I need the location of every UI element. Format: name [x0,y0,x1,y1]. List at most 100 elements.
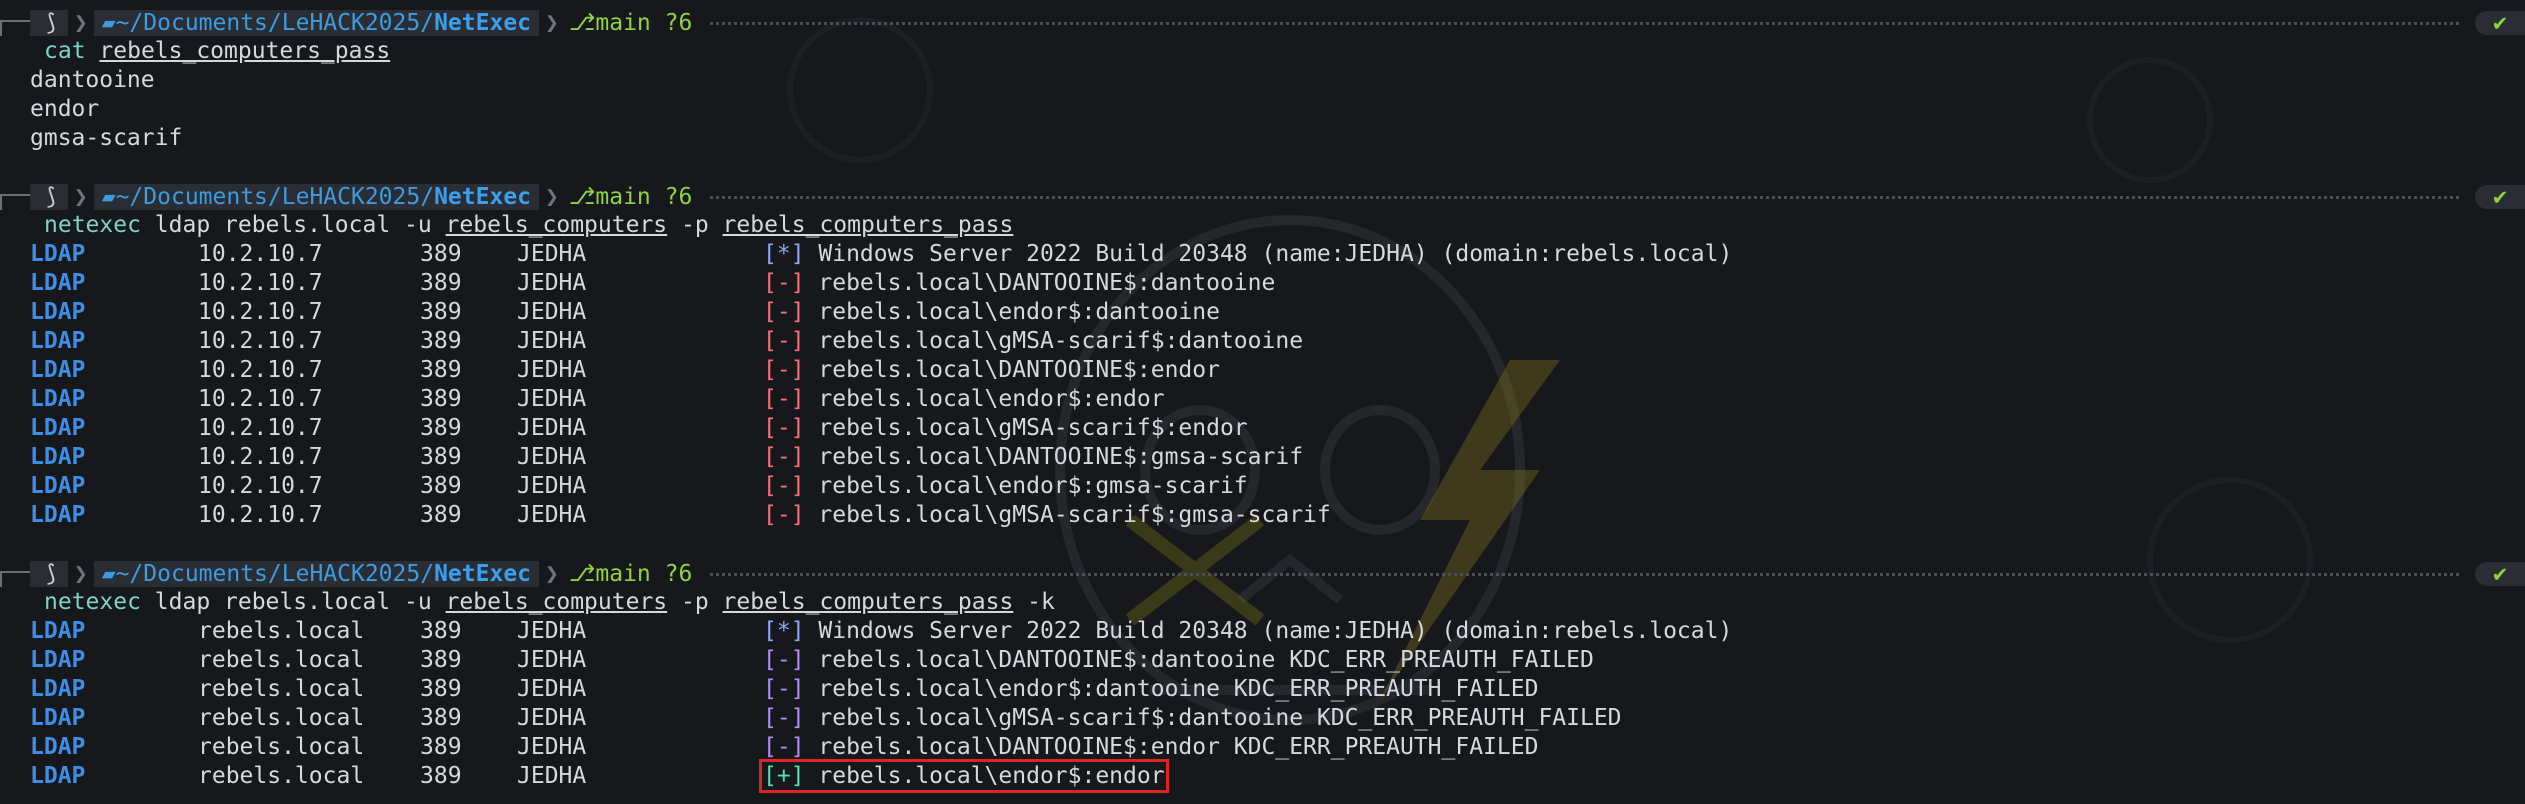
output-row: LDAP 10.2.10.7 389 JEDHA [-] rebels.local\gM… [0,501,2525,530]
command-line[interactable]: cat rebels_computers_pass [0,37,2525,66]
git-branch: main ?6 [595,560,693,587]
chevron-right-icon: ❯ [73,560,88,587]
status-marker: [-] [763,299,805,325]
command-arg: -p [667,212,723,238]
os-logo-segment: ⟆ [30,560,68,587]
host: rebels.local [198,647,365,673]
git-branch: main ?6 [595,183,693,210]
status-marker: [-] [763,705,805,731]
result: [-] rebels.local\DANTOOINE$:endor [763,357,1220,383]
result-message: rebels.local\endor$:endor [804,763,1165,789]
output-line: endor [30,96,100,122]
port: 389 [420,763,462,789]
output-row: LDAP 10.2.10.7 389 JEDHA [-] rebels.local\gM… [0,414,2525,443]
terminal[interactable]: ⟆ ❯ ▰ ~/Documents/LeHACK2025/NetExec ❯ ⎇ main… [0,8,2525,793]
cwd-current: NetExec [434,183,532,210]
status-marker: [-] [763,328,805,354]
command-line[interactable]: netexec ldap rebels.local -u rebels_comp… [0,588,2525,617]
host: 10.2.10.7 [198,473,323,499]
command-arg: rebels_computers [445,212,668,238]
result-message: rebels.local\endor$:gmsa-scarif [804,473,1248,499]
status-marker: [*] [763,618,805,644]
status-marker: [-] [763,734,805,760]
status-marker: [-] [763,357,805,383]
result: [-] rebels.local\gMSA-scarif$:gmsa-scari… [763,502,1331,528]
status-marker: [-] [763,676,805,702]
port: 389 [420,676,462,702]
status-marker: [-] [763,386,805,412]
prompt-filler [710,196,2460,199]
result-message: rebels.local\DANTOOINE$:gmsa-scarif [804,444,1304,470]
port: 389 [420,270,462,296]
output-row: LDAP rebels.local 389 JEDHA [-] rebels.local… [0,733,2525,762]
output-row: LDAP rebels.local 389 JEDHA [-] rebels.local… [0,646,2525,675]
command-name: netexec [44,212,141,238]
result: [*] Windows Server 2022 Build 20348 (nam… [763,618,1732,644]
host: 10.2.10.7 [198,328,323,354]
hostname: JEDHA [517,444,587,470]
cwd-prefix: ~/Documents/LeHACK2025/ [115,9,435,36]
command-name: netexec [44,589,141,615]
git-branch: main ?6 [595,9,693,36]
result-message: rebels.local\DANTOOINE$:dantooine KDC_ER… [804,647,1594,673]
command-arg: ldap rebels.local -u [140,589,446,615]
prompt-corner [0,570,30,587]
status-marker: [-] [763,270,805,296]
result-message: Windows Server 2022 Build 20348 (name:JE… [804,241,1733,267]
status-marker: [-] [763,473,805,499]
command-line[interactable]: netexec ldap rebels.local -u rebels_comp… [0,211,2525,240]
kali-dragon-icon: ⟆ [44,183,58,210]
status-ok-icon: ✔ [2475,184,2525,209]
output-row: LDAP 10.2.10.7 389 JEDHA [-] rebels.local\en… [0,385,2525,414]
result: [-] rebels.local\DANTOOINE$:dantooine KD… [763,647,1594,673]
port: 389 [420,357,462,383]
result: [-] rebels.local\endor$:gmsa-scarif [763,473,1248,499]
port: 389 [420,444,462,470]
git-branch-icon: ⎇ [568,183,596,210]
kali-dragon-icon: ⟆ [44,9,58,36]
host: 10.2.10.7 [198,299,323,325]
protocol: LDAP [30,763,86,789]
output-line: gmsa-scarif [30,125,183,151]
folder-icon: ▰ [101,9,116,36]
kali-dragon-icon: ⟆ [44,560,58,587]
status-ok-icon: ✔ [2475,10,2525,35]
protocol: LDAP [30,415,86,441]
prompt-corner [0,193,30,210]
os-logo-segment: ⟆ [30,183,68,210]
host: 10.2.10.7 [198,241,323,267]
output-line: dantooine [30,67,155,93]
host: rebels.local [198,676,365,702]
protocol: LDAP [30,328,86,354]
result-message: rebels.local\gMSA-scarif$:gmsa-scarif [804,502,1331,528]
port: 389 [420,473,462,499]
status-marker: [*] [763,241,805,267]
hostname: JEDHA [517,357,587,383]
hostname: JEDHA [517,473,587,499]
protocol: LDAP [30,647,86,673]
status-marker: [-] [763,444,805,470]
host: 10.2.10.7 [198,357,323,383]
command-arg: -k [1013,589,1055,615]
prompt-line: ⟆ ❯ ▰ ~/Documents/LeHACK2025/NetExec ❯ ⎇ main… [0,8,2525,37]
protocol: LDAP [30,618,86,644]
port: 389 [420,386,462,412]
folder-icon: ▰ [101,183,116,210]
status-marker: [-] [763,647,805,673]
port: 389 [420,415,462,441]
hostname: JEDHA [517,386,587,412]
result-message: rebels.local\endor$:dantooine [804,299,1220,325]
host: 10.2.10.7 [198,502,323,528]
protocol: LDAP [30,241,86,267]
prompt-line: ⟆ ❯ ▰ ~/Documents/LeHACK2025/NetExec ❯ ⎇ main… [0,559,2525,588]
result-message: rebels.local\endor$:dantooine KDC_ERR_PR… [804,676,1539,702]
result-message: rebels.local\gMSA-scarif$:endor [804,415,1248,441]
port: 389 [420,705,462,731]
result-message: rebels.local\gMSA-scarif$:dantooine [804,328,1304,354]
git-branch-icon: ⎇ [568,560,596,587]
prompt-corner [0,19,30,36]
result: [-] rebels.local\gMSA-scarif$:endor [763,415,1248,441]
host: rebels.local [198,734,365,760]
